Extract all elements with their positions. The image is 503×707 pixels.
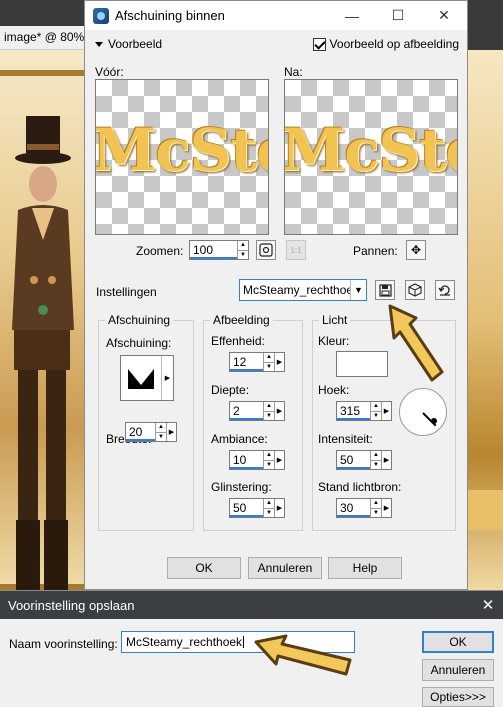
bevel-dropdown-icon[interactable]: ▶ [161, 356, 173, 400]
elevation-value[interactable]: 30 [337, 499, 370, 517]
elevation-stepper[interactable]: 30 ▲ ▼ ▶ [336, 498, 392, 518]
fit-icon [259, 243, 273, 257]
image-tab[interactable]: image* @ 80% [0, 26, 90, 50]
minimize-button[interactable]: — [329, 1, 375, 30]
ambience-stepper[interactable]: 10 ▲ ▼ ▶ [229, 450, 285, 470]
angle-value[interactable]: 315 [337, 402, 370, 420]
pan-label: Pannen: [353, 244, 398, 258]
save-icon [378, 283, 392, 297]
depth-label: Diepte: [211, 383, 250, 397]
smoothness-label: Effenheid: [211, 334, 265, 348]
zoom-down-icon[interactable]: ▼ [238, 249, 248, 260]
preview-on-image-label: Voorbeeld op afbeelding [329, 37, 459, 51]
reset-icon [438, 285, 450, 296]
actual-size-icon: 1:1 [290, 245, 302, 255]
width-stepper[interactable]: 20 ▲ ▼ ▶ [125, 422, 177, 442]
preview-toggle[interactable]: Voorbeeld [108, 37, 313, 51]
light-color-swatch[interactable] [336, 351, 388, 377]
shininess-label: Glinstering: [211, 480, 272, 494]
save-options-button[interactable]: Opties>>> [422, 687, 494, 707]
bevel-group-legend: Afschuining [108, 313, 171, 327]
text-caret [243, 636, 245, 648]
before-preview[interactable]: McSteamy [95, 79, 269, 235]
inner-bevel-dialog: Afschuining binnen — ☐ ✕ Voorbeeld Voorb… [84, 0, 468, 590]
preset-value: McSteamy_rechthoek [243, 283, 350, 297]
save-dialog-titlebar[interactable]: Voorinstelling opslaan ✕ [0, 591, 503, 619]
ok-button[interactable]: OK [167, 557, 241, 579]
canvas-left-portion [0, 50, 84, 590]
shininess-value[interactable]: 50 [230, 499, 263, 517]
before-label: Vóór: [95, 65, 124, 79]
angle-label: Hoek: [318, 383, 350, 397]
save-preset-button[interactable] [375, 280, 395, 300]
maximize-button[interactable]: ☐ [375, 1, 421, 30]
color-label: Kleur: [318, 334, 350, 348]
angle-stepper[interactable]: 315 ▲ ▼ ▶ [336, 401, 392, 421]
depth-stepper[interactable]: 2 ▲ ▼ ▶ [229, 401, 285, 421]
actual-size-button[interactable]: 1:1 [286, 240, 306, 260]
ambience-value[interactable]: 10 [230, 451, 263, 469]
image-group-legend: Afbeelding [213, 313, 270, 327]
zoom-stepper[interactable]: 100 ▲ ▼ [189, 240, 249, 260]
dice-icon [408, 283, 422, 297]
randomize-button[interactable] [405, 280, 425, 300]
steampunk-figure-image [12, 116, 74, 590]
cancel-button[interactable]: Annuleren [248, 557, 322, 579]
depth-value[interactable]: 2 [230, 402, 263, 420]
smoothness-stepper[interactable]: 12 ▲ ▼ ▶ [229, 352, 285, 372]
settings-label: Instellingen [96, 285, 157, 299]
preset-name-label: Naam voorinstelling: [9, 637, 118, 651]
after-preview[interactable]: McSteamy [284, 79, 458, 235]
zoom-label: Zoomen: [136, 244, 184, 258]
chevron-down-icon[interactable]: ▼ [350, 280, 366, 300]
save-dialog-title: Voorinstelling opslaan [8, 597, 135, 613]
smoothness-value[interactable]: 12 [230, 353, 263, 371]
tutorial-arrow-save [388, 304, 444, 382]
preview-bar: Voorbeeld Voorbeeld op afbeelding [95, 35, 459, 53]
before-preview-text: McSteamy [95, 116, 268, 184]
ambience-label: Ambiance: [211, 432, 268, 446]
preview-on-image-checkbox[interactable] [312, 37, 326, 51]
reset-button[interactable] [435, 280, 455, 300]
zoom-value[interactable]: 100 [190, 241, 237, 259]
dialog-title: Afschuining binnen [115, 8, 225, 23]
after-preview-text: McSteamy [284, 116, 457, 184]
elevation-label: Stand lichtbron: [318, 480, 402, 494]
after-label: Na: [284, 65, 303, 79]
tutorial-arrow-name [254, 634, 352, 676]
save-dialog-close-button[interactable]: ✕ [473, 596, 503, 614]
close-button[interactable]: ✕ [421, 1, 467, 30]
save-ok-button[interactable]: OK [422, 631, 494, 653]
shininess-stepper[interactable]: 50 ▲ ▼ ▶ [229, 498, 285, 518]
canvas-right-portion [468, 50, 503, 590]
zoom-up-icon[interactable]: ▲ [238, 241, 248, 250]
preset-dropdown[interactable]: McSteamy_rechthoek ▼ [239, 279, 367, 301]
settings-row: Instellingen McSteamy_rechthoek ▼ [85, 279, 469, 303]
zoom-row: Zoomen: 100 ▲ ▼ 1:1 Pannen: ✥ [85, 239, 469, 263]
dialog-titlebar[interactable]: Afschuining binnen — ☐ ✕ [85, 1, 467, 30]
canvas-ornament [468, 490, 503, 530]
light-group-legend: Licht [322, 313, 348, 327]
collapse-preview-icon[interactable] [95, 41, 103, 47]
angle-dial[interactable] [399, 388, 447, 436]
angle-dot [431, 418, 437, 424]
preset-name-value: McSteamy_rechthoek [126, 635, 243, 649]
move-icon: ✥ [410, 243, 422, 257]
pan-button[interactable]: ✥ [406, 240, 426, 260]
intensity-stepper[interactable]: 50 ▲ ▼ ▶ [336, 450, 392, 470]
bevel-shape-picker[interactable]: ▶ [120, 355, 174, 401]
intensity-value[interactable]: 50 [337, 451, 370, 469]
bevel-label: Afschuining: [106, 336, 172, 350]
width-value[interactable]: 20 [126, 423, 155, 441]
app-icon [93, 7, 109, 24]
zoom-fit-button[interactable] [256, 240, 276, 260]
intensity-label: Intensiteit: [318, 432, 373, 446]
bevel-shape-icon [121, 356, 161, 400]
help-button[interactable]: Help [328, 557, 402, 579]
image-tab-title: image* @ 80% [4, 30, 85, 44]
save-cancel-button[interactable]: Annuleren [422, 659, 494, 681]
